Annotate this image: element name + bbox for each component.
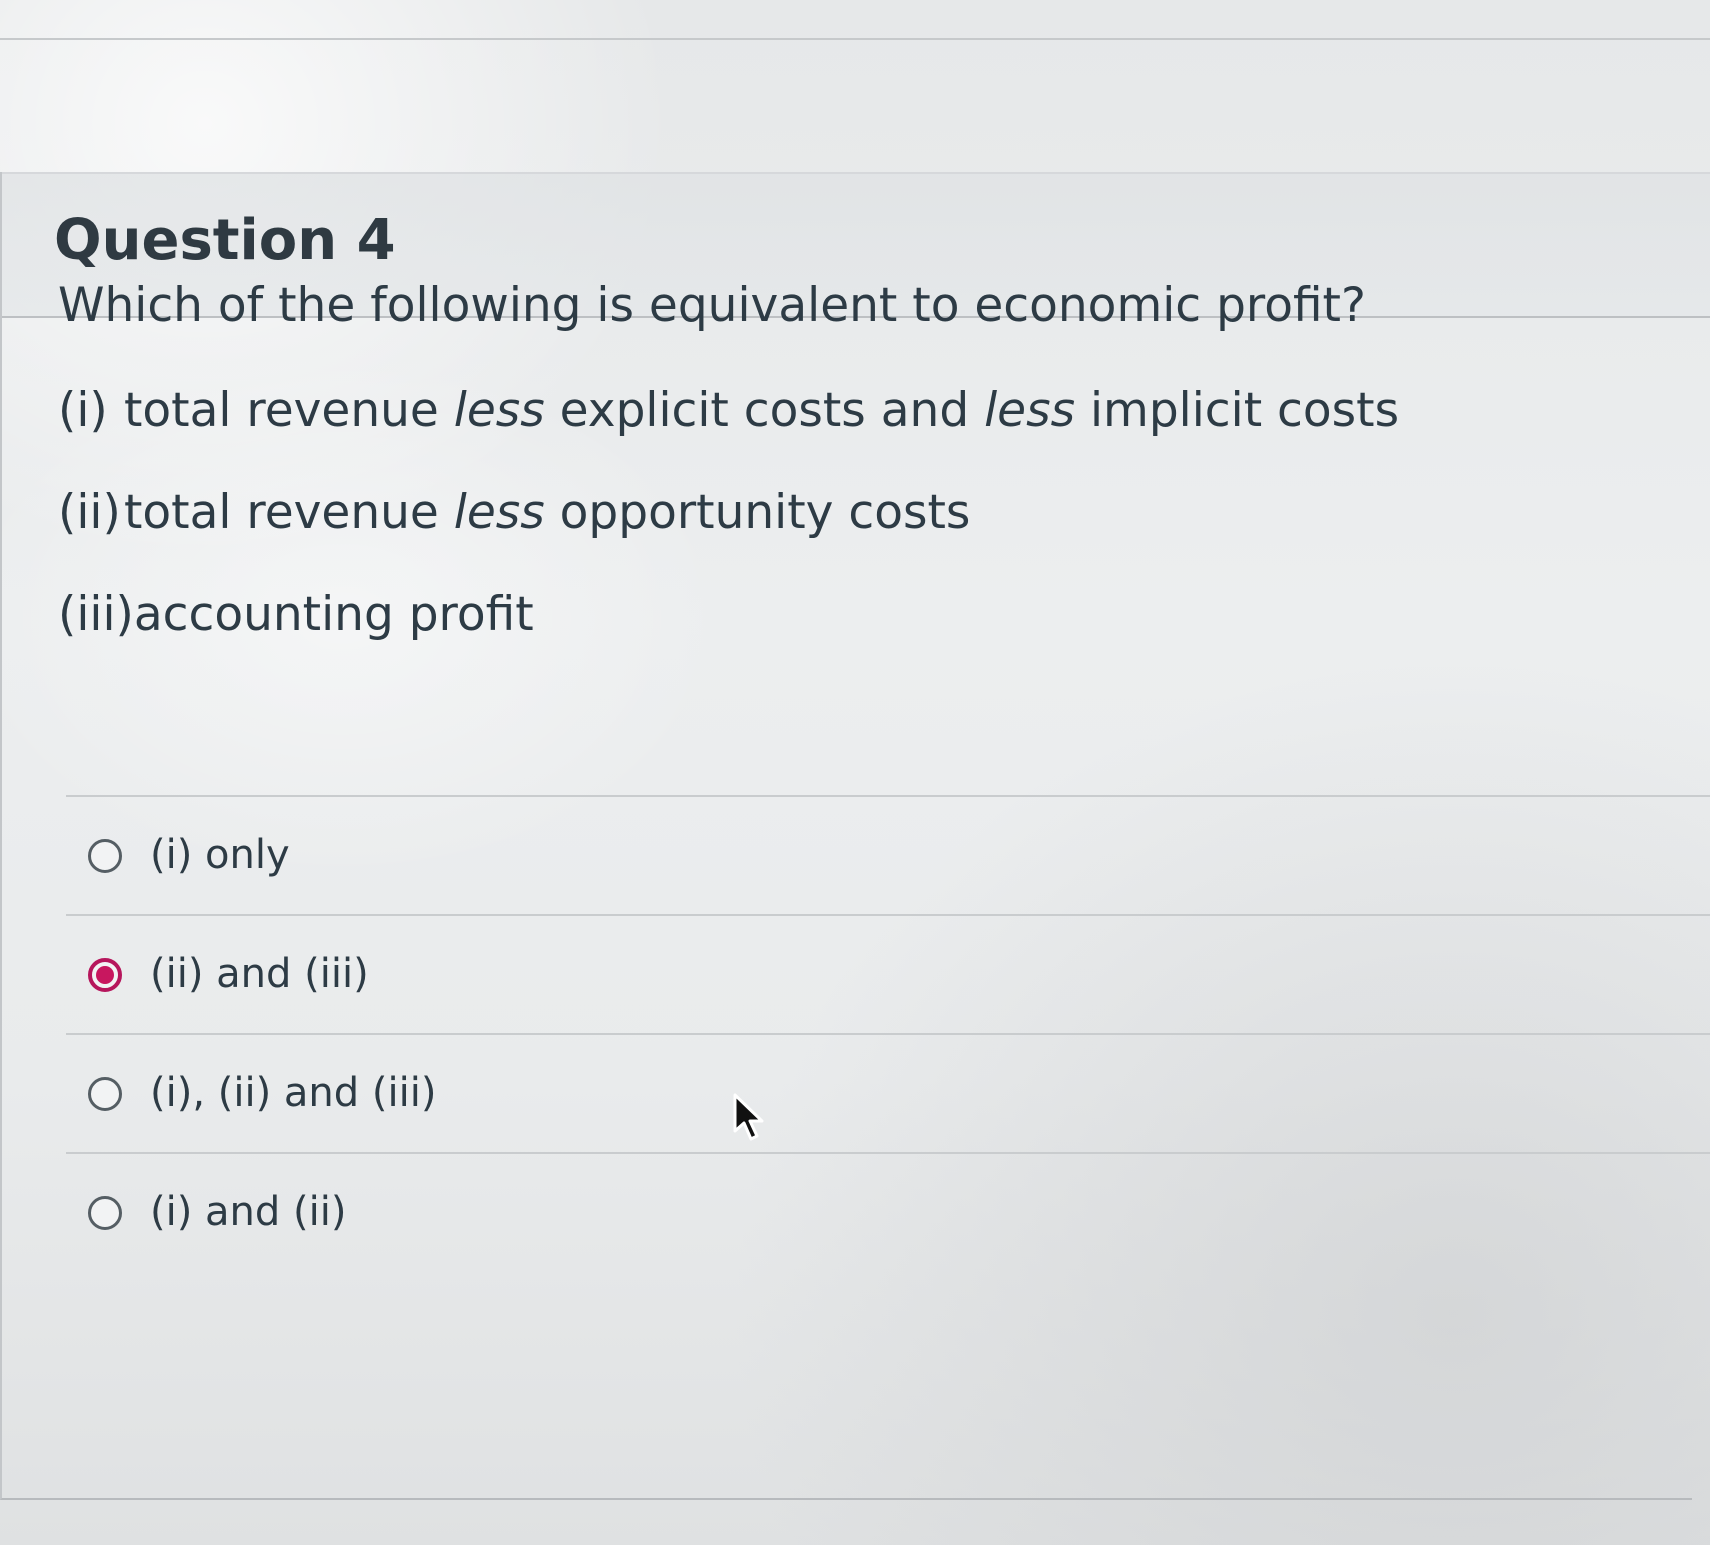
answer-option[interactable]: (i), (ii) and (iii) bbox=[66, 1033, 1710, 1152]
radio-button-selected[interactable] bbox=[88, 958, 122, 992]
statement-text: total revenue bbox=[124, 485, 454, 540]
statement-text: implicit costs bbox=[1075, 383, 1400, 438]
answer-options: (i) only (ii) and (iii) (i), (ii) and (i… bbox=[66, 795, 1710, 1271]
answer-label[interactable]: (i), (ii) and (iii) bbox=[150, 1071, 436, 1115]
statement-iii: (iii)accounting profit bbox=[58, 591, 1618, 638]
statement-number: (iii) bbox=[58, 587, 134, 642]
statement-text-emphasis: less bbox=[984, 383, 1076, 438]
question-title: Question 4 bbox=[54, 208, 396, 273]
statement-text-emphasis: less bbox=[453, 485, 545, 540]
statement-text: accounting profit bbox=[133, 587, 534, 642]
answer-option[interactable]: (i) only bbox=[66, 795, 1710, 914]
radio-button[interactable] bbox=[88, 1196, 122, 1230]
statement-number: (i) bbox=[58, 383, 108, 438]
top-band bbox=[0, 0, 1710, 174]
answer-label[interactable]: (i) and (ii) bbox=[150, 1190, 346, 1234]
question-prompt: Which of the following is equivalent to … bbox=[58, 278, 1366, 333]
statement-i: (i) total revenue less explicit costs and… bbox=[58, 387, 1618, 434]
answer-label[interactable]: (i) only bbox=[150, 833, 290, 877]
question-text: Which of the following is equivalent to … bbox=[58, 282, 1618, 693]
answer-option[interactable]: (ii) and (iii) bbox=[66, 914, 1710, 1033]
statement-text: explicit costs and bbox=[544, 383, 985, 438]
screen-background: Question 4 Which of the following is equ… bbox=[0, 0, 1710, 1545]
mouse-pointer-icon bbox=[733, 1093, 764, 1141]
radio-button[interactable] bbox=[88, 1077, 122, 1111]
statement-text-emphasis: less bbox=[453, 383, 545, 438]
top-divider bbox=[0, 38, 1710, 40]
statement-number: (ii) bbox=[58, 485, 121, 540]
statement-text: opportunity costs bbox=[544, 485, 971, 540]
radio-button[interactable] bbox=[88, 839, 122, 873]
statement-ii: (ii)total revenue less opportunity costs bbox=[58, 489, 1618, 536]
statement-text: total revenue bbox=[124, 383, 454, 438]
answer-option[interactable]: (i) and (ii) bbox=[66, 1152, 1710, 1271]
answer-label[interactable]: (ii) and (iii) bbox=[150, 952, 369, 996]
